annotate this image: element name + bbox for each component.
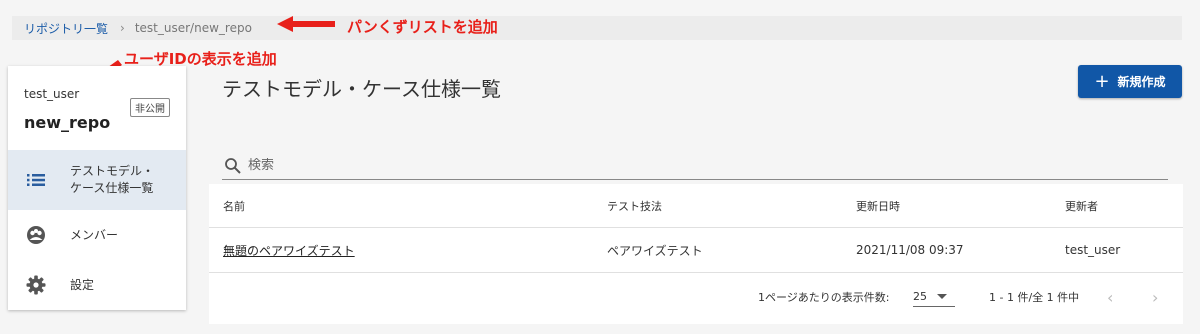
pagination: 1ページあたりの表示件数: 25 1 - 1 件/全 1 件中 ‹ › [209, 273, 1183, 321]
plus-icon: + [1094, 70, 1110, 92]
group-icon [26, 225, 46, 245]
table-cell-technique: ペアワイズテスト [607, 243, 703, 258]
sidebar-item-label: テストモデル・ ケース仕様一覧 [70, 163, 154, 197]
sidebar-item-label: 設定 [70, 277, 95, 292]
table-row[interactable]: 無題のペアワイズテスト ペアワイズテスト 2021/11/08 09:37 te… [209, 228, 1183, 273]
breadcrumb-separator: › [120, 21, 125, 35]
repository-side-card: test_user 非公開 new_repo テストモデル・ ケース仕様一覧 メ… [8, 66, 186, 310]
search-input[interactable] [248, 158, 1148, 173]
sidebar-item-settings[interactable]: 設定 [8, 260, 186, 310]
page-title: テストモデル・ケース仕様一覧 [222, 77, 501, 101]
sidebar-item-label-line1: テストモデル・ [70, 164, 155, 178]
caret-down-icon [937, 294, 947, 299]
search-bar [222, 152, 1168, 180]
list-icon [26, 170, 46, 190]
sidebar-nav: テストモデル・ ケース仕様一覧 メンバー 設定 [8, 150, 186, 310]
annotation-arrow-left-icon [277, 16, 335, 32]
visibility-badge: 非公開 [130, 98, 170, 117]
column-header-updated-at[interactable]: 更新日時 [856, 184, 900, 227]
table-cell-updated-at: 2021/11/08 09:37 [856, 243, 964, 257]
rows-per-page-select[interactable]: 25 [913, 287, 955, 307]
column-header-name[interactable]: 名前 [223, 184, 245, 227]
next-page-icon[interactable]: › [1152, 273, 1158, 321]
gear-icon [26, 275, 46, 295]
breadcrumb-repository-list-link[interactable]: リポジトリ一覧 [24, 20, 108, 37]
table-cell-updated-by: test_user [1065, 243, 1121, 257]
annotation-breadcrumb-text: パンくずリストを追加 [347, 18, 498, 36]
breadcrumb: リポジトリ一覧 › test_user/new_repo [12, 16, 1182, 40]
rows-per-page-value: 25 [913, 290, 927, 303]
new-create-button-label: 新規作成 [1117, 75, 1166, 89]
test-model-table: 名前 テスト技法 更新日時 更新者 無題のペアワイズテスト ペアワイズテスト 2… [209, 184, 1183, 324]
previous-page-icon[interactable]: ‹ [1107, 273, 1113, 321]
sidebar-item-label: メンバー [70, 227, 119, 242]
pagination-range: 1 - 1 件/全 1 件中 [989, 291, 1080, 304]
search-icon [225, 157, 241, 174]
column-header-technique[interactable]: テスト技法 [607, 184, 662, 227]
user-id: test_user [24, 87, 80, 101]
new-create-button[interactable]: + 新規作成 [1078, 65, 1182, 98]
test-model-name-link[interactable]: 無題のペアワイズテスト [223, 228, 355, 272]
repo-name: new_repo [24, 113, 111, 132]
sidebar-item-test-models[interactable]: テストモデル・ ケース仕様一覧 [8, 150, 186, 210]
table-header-row: 名前 テスト技法 更新日時 更新者 [209, 184, 1183, 228]
rows-per-page-label: 1ページあたりの表示件数: [758, 291, 890, 304]
sidebar-item-members[interactable]: メンバー [8, 210, 186, 260]
breadcrumb-current: test_user/new_repo [134, 21, 252, 35]
column-header-updated-by[interactable]: 更新者 [1065, 184, 1098, 227]
sidebar-item-label-line2: ケース仕様一覧 [70, 181, 154, 195]
